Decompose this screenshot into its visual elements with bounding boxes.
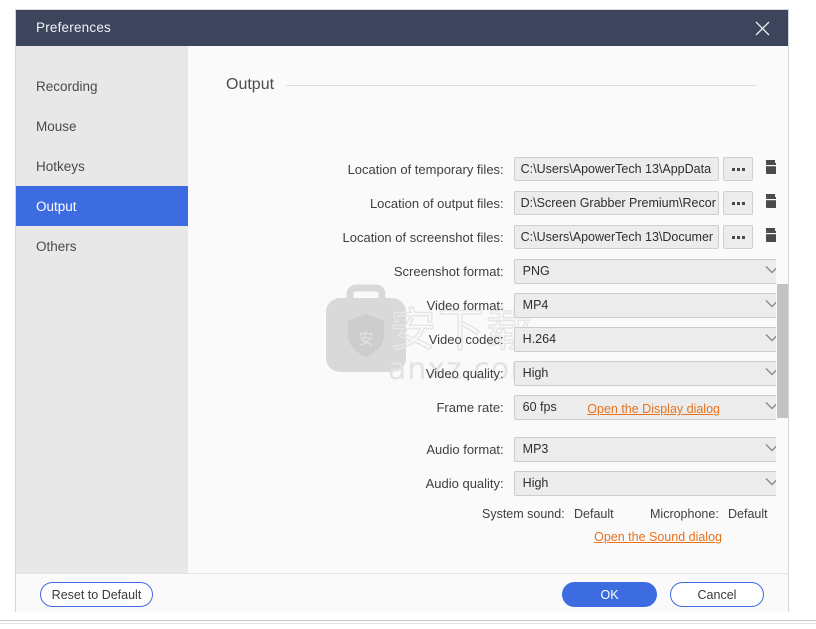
ok-button[interactable]: OK — [562, 582, 657, 607]
video-quality-row: Video quality: High — [188, 360, 788, 386]
dialog-footer: Reset to Default OK Cancel — [16, 573, 788, 612]
dot — [736, 235, 740, 239]
system-sound-label: System sound: — [482, 507, 565, 521]
scrollbar-thumb[interactable] — [777, 284, 788, 418]
video-format-label: Video format: — [426, 297, 504, 313]
window-title: Preferences — [36, 20, 111, 35]
content-scrollbar[interactable] — [776, 46, 788, 573]
audio-format-row: Audio format: MP3 — [188, 436, 788, 462]
dot — [736, 201, 740, 205]
video-format-select[interactable]: MP4 — [513, 292, 788, 318]
audio-quality-row: Audio quality: High — [188, 470, 788, 496]
content-pane: Output 安 安下载 anxz.com Location of tempor… — [188, 46, 788, 573]
screenshot-files-label: Location of screenshot files: — [342, 229, 504, 245]
screenshot-format-value: PNG — [522, 263, 550, 278]
audio-format-select[interactable]: MP3 — [513, 436, 788, 462]
temporary-files-input[interactable]: C:\Users\ApowerTech 13\AppData — [513, 157, 719, 181]
audio-quality-value: High — [522, 475, 549, 490]
video-quality-select[interactable]: High — [513, 360, 788, 386]
dot — [741, 235, 745, 239]
video-quality-label: Video quality: — [425, 365, 504, 381]
screenshot-format-row: Screenshot format: PNG — [188, 258, 788, 284]
sidebar-item-label: Mouse — [36, 118, 77, 134]
audio-quality-select[interactable]: High — [513, 470, 788, 496]
video-format-row: Video format: MP4 — [188, 292, 788, 318]
frame-rate-label: Frame rate: — [436, 399, 504, 415]
open-sound-dialog-link[interactable]: Open the Sound dialog — [594, 530, 722, 544]
sidebar-item-output[interactable]: Output — [16, 186, 188, 226]
reset-to-default-button[interactable]: Reset to Default — [40, 582, 153, 607]
temporary-files-row: Location of temporary files: C:\Users\Ap… — [188, 156, 788, 182]
page-title: Output — [226, 76, 275, 93]
section-divider — [286, 84, 756, 86]
sidebar-item-label: Hotkeys — [36, 158, 85, 174]
open-display-dialog-link[interactable]: Open the Display dialog — [587, 402, 720, 416]
audio-quality-label: Audio quality: — [425, 475, 504, 491]
output-files-browse-button[interactable] — [722, 191, 754, 215]
close-button[interactable] — [736, 10, 788, 46]
screenshot-format-label: Screenshot format: — [393, 263, 504, 279]
screenshot-files-input[interactable]: C:\Users\ApowerTech 13\Documer — [513, 225, 719, 249]
video-codec-label: Video codec: — [428, 331, 504, 347]
desktop-divider-secondary — [0, 623, 816, 624]
video-codec-value: H.264 — [522, 331, 557, 346]
output-files-input[interactable]: D:\Screen Grabber Premium\Recor — [513, 191, 719, 215]
video-codec-select[interactable]: H.264 — [513, 326, 788, 352]
audio-format-label: Audio format: — [426, 441, 504, 457]
system-sound-value: Default — [574, 507, 614, 521]
sidebar-item-recording[interactable]: Recording — [16, 66, 188, 106]
sidebar-item-label: Others — [36, 238, 77, 254]
sidebar-item-others[interactable]: Others — [16, 226, 188, 266]
frame-rate-value: 60 fps — [522, 399, 557, 414]
temporary-files-browse-button[interactable] — [722, 157, 754, 181]
screenshot-files-browse-button[interactable] — [722, 225, 754, 249]
dot — [741, 201, 745, 205]
dot — [731, 235, 735, 239]
sidebar-item-label: Output — [36, 198, 77, 214]
output-files-row: Location of output files: D:\Screen Grab… — [188, 190, 788, 216]
sidebar: Recording Mouse Hotkeys Output Others — [16, 46, 188, 573]
desktop-divider — [0, 620, 816, 621]
microphone-value: Default — [728, 507, 768, 521]
video-codec-row: Video codec: H.264 — [188, 326, 788, 352]
audio-format-value: MP3 — [522, 441, 549, 456]
dot — [731, 167, 735, 171]
temporary-files-label: Location of temporary files: — [347, 161, 504, 177]
close-icon — [754, 20, 771, 37]
section-header: Output — [226, 76, 756, 94]
screen: Preferences Recording Mouse Hotkeys Outp… — [0, 0, 816, 629]
dot — [736, 167, 740, 171]
cancel-button[interactable]: Cancel — [670, 582, 764, 607]
dot — [741, 167, 745, 171]
window-titlebar[interactable]: Preferences — [16, 10, 788, 46]
dot — [731, 201, 735, 205]
output-files-label: Location of output files: — [369, 195, 504, 211]
preferences-window: Preferences Recording Mouse Hotkeys Outp… — [16, 10, 788, 612]
sidebar-item-mouse[interactable]: Mouse — [16, 106, 188, 146]
sidebar-item-label: Recording — [36, 78, 98, 94]
sidebar-item-hotkeys[interactable]: Hotkeys — [16, 146, 188, 186]
video-format-value: MP4 — [522, 297, 549, 312]
screenshot-files-row: Location of screenshot files: C:\Users\A… — [188, 224, 788, 250]
microphone-label: Microphone: — [650, 507, 719, 521]
screenshot-format-select[interactable]: PNG — [513, 258, 788, 284]
video-quality-value: High — [522, 365, 549, 380]
